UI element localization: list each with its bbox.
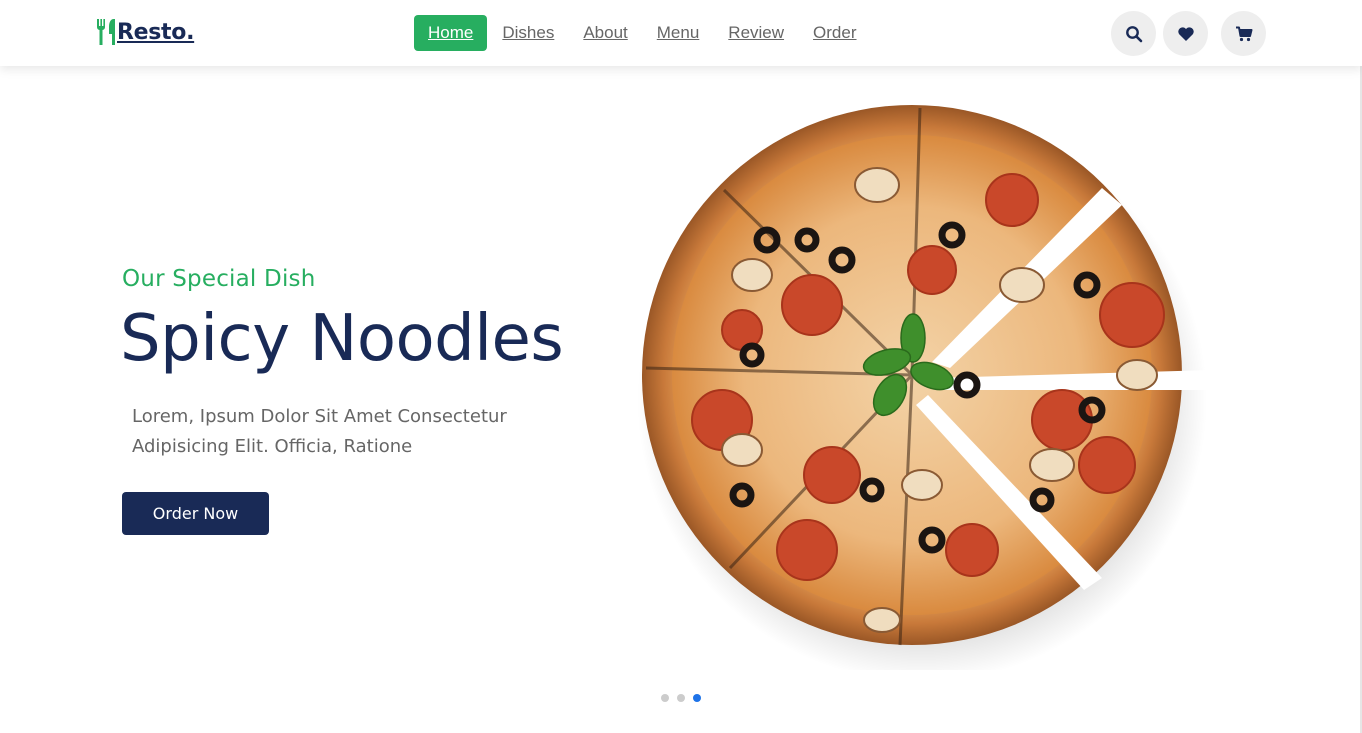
logo-text: Resto. bbox=[117, 19, 195, 45]
hero-description: Lorem, Ipsum Dolor Sit Amet Consectetur … bbox=[132, 406, 507, 457]
nav-dishes[interactable]: Dishes bbox=[488, 15, 568, 51]
logo[interactable]: Resto. bbox=[94, 16, 194, 48]
nav-order[interactable]: Order bbox=[799, 15, 870, 51]
nav-menu[interactable]: Menu bbox=[643, 15, 714, 51]
nav-home[interactable]: Home bbox=[414, 15, 488, 51]
carousel-dot[interactable] bbox=[661, 694, 669, 702]
cart-button[interactable] bbox=[1221, 11, 1266, 56]
nav-review[interactable]: Review bbox=[714, 15, 798, 51]
pizza-image bbox=[637, 105, 1215, 670]
nav-about[interactable]: About bbox=[569, 15, 641, 51]
favorites-button[interactable] bbox=[1163, 11, 1208, 56]
hero-subtitle: Our Special Dish bbox=[122, 266, 316, 292]
carousel-dot[interactable] bbox=[677, 694, 685, 702]
search-button[interactable] bbox=[1111, 11, 1156, 56]
main-nav: Home Dishes About Menu Review Order bbox=[414, 15, 872, 51]
search-icon bbox=[1125, 25, 1142, 42]
carousel-dot-active[interactable] bbox=[693, 694, 701, 702]
heart-icon bbox=[1177, 26, 1194, 41]
cart-icon bbox=[1235, 26, 1252, 41]
order-now-button[interactable]: Order Now bbox=[122, 492, 269, 535]
carousel-dots bbox=[661, 694, 709, 702]
header: Resto. Home Dishes About Menu Review Ord… bbox=[0, 0, 1362, 66]
hero-title: Spicy Noodles bbox=[120, 302, 564, 376]
utensils-icon bbox=[94, 18, 118, 46]
